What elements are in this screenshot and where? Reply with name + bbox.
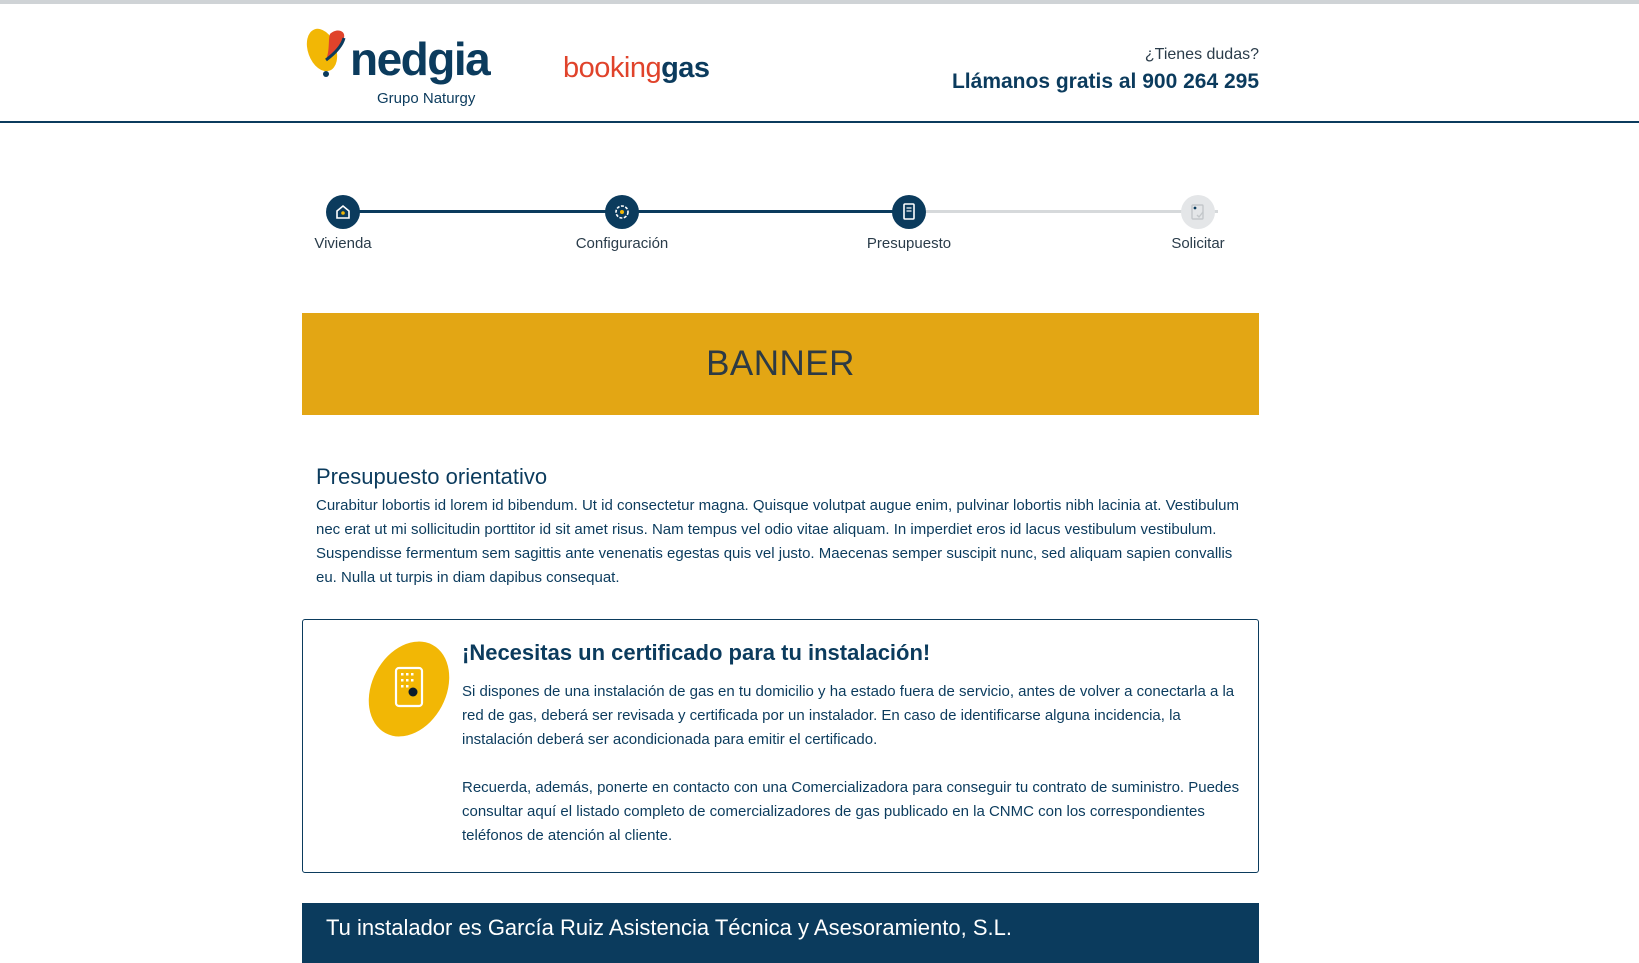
logo-subtitle: Grupo Naturgy	[377, 90, 476, 107]
budget-title: Presupuesto orientativo	[316, 464, 548, 489]
bookinggas-part1: booking	[563, 52, 662, 84]
installer-bar: Tu instalador es García Ruiz Asistencia …	[302, 903, 1259, 963]
installer-title: Tu instalador es García Ruiz Asistencia …	[326, 915, 1012, 940]
help-contact: ¿Tienes dudas? Llámanos gratis al 900 26…	[952, 44, 1259, 96]
budget-section: Presupuesto orientativo Curabitur lobort…	[316, 460, 1251, 590]
certificate-paragraph: Si dispones de una instalación de gas en…	[462, 683, 1235, 748]
step-label: Vivienda	[314, 235, 372, 252]
bookinggas-part2: gas	[661, 52, 710, 84]
document-icon	[892, 195, 926, 229]
help-question: ¿Tienes dudas?	[1144, 46, 1259, 63]
nedgia-logo[interactable]: nedgia Grupo Naturgy	[300, 22, 491, 112]
certificate-document-icon	[368, 638, 450, 740]
banner-text: BANNER	[706, 344, 855, 383]
step-configuracion[interactable]: Configuración	[542, 190, 702, 254]
house-icon	[326, 195, 360, 229]
step-presupuesto[interactable]: Presupuesto	[829, 190, 989, 254]
step-vivienda[interactable]: Vivienda	[263, 190, 423, 254]
certificate-title: ¡Necesitas un certificado para tu instal…	[462, 640, 931, 665]
certificate-body: ¡Necesitas un certificado para tu instal…	[462, 638, 1246, 848]
budget-description: Curabitur lobortis id lorem id bibendum.…	[316, 497, 1239, 586]
step-label: Solicitar	[1171, 235, 1225, 252]
promo-banner: BANNER	[302, 313, 1259, 415]
logo-wordmark: nedgia	[350, 33, 491, 85]
certificate-paragraph: Recuerda, además, ponerte en contacto co…	[462, 779, 1240, 844]
help-phone-link[interactable]: Llámanos gratis al 900 264 295	[952, 68, 1259, 96]
step-label: Configuración	[575, 235, 669, 252]
site-header: nedgia Grupo Naturgy bookinggas ¿Tienes …	[0, 4, 1639, 122]
header-divider	[0, 121, 1639, 123]
progress-stepper: Vivienda Configuración Presupuesto Solic…	[300, 190, 1262, 260]
certificate-notice: ¡Necesitas un certificado para tu instal…	[302, 619, 1259, 873]
step-label: Presupuesto	[866, 235, 952, 252]
signed-document-icon	[1181, 195, 1215, 229]
step-solicitar[interactable]: Solicitar	[1118, 190, 1278, 254]
bookinggas-logo: bookinggas	[563, 50, 710, 86]
gear-icon	[605, 195, 639, 229]
